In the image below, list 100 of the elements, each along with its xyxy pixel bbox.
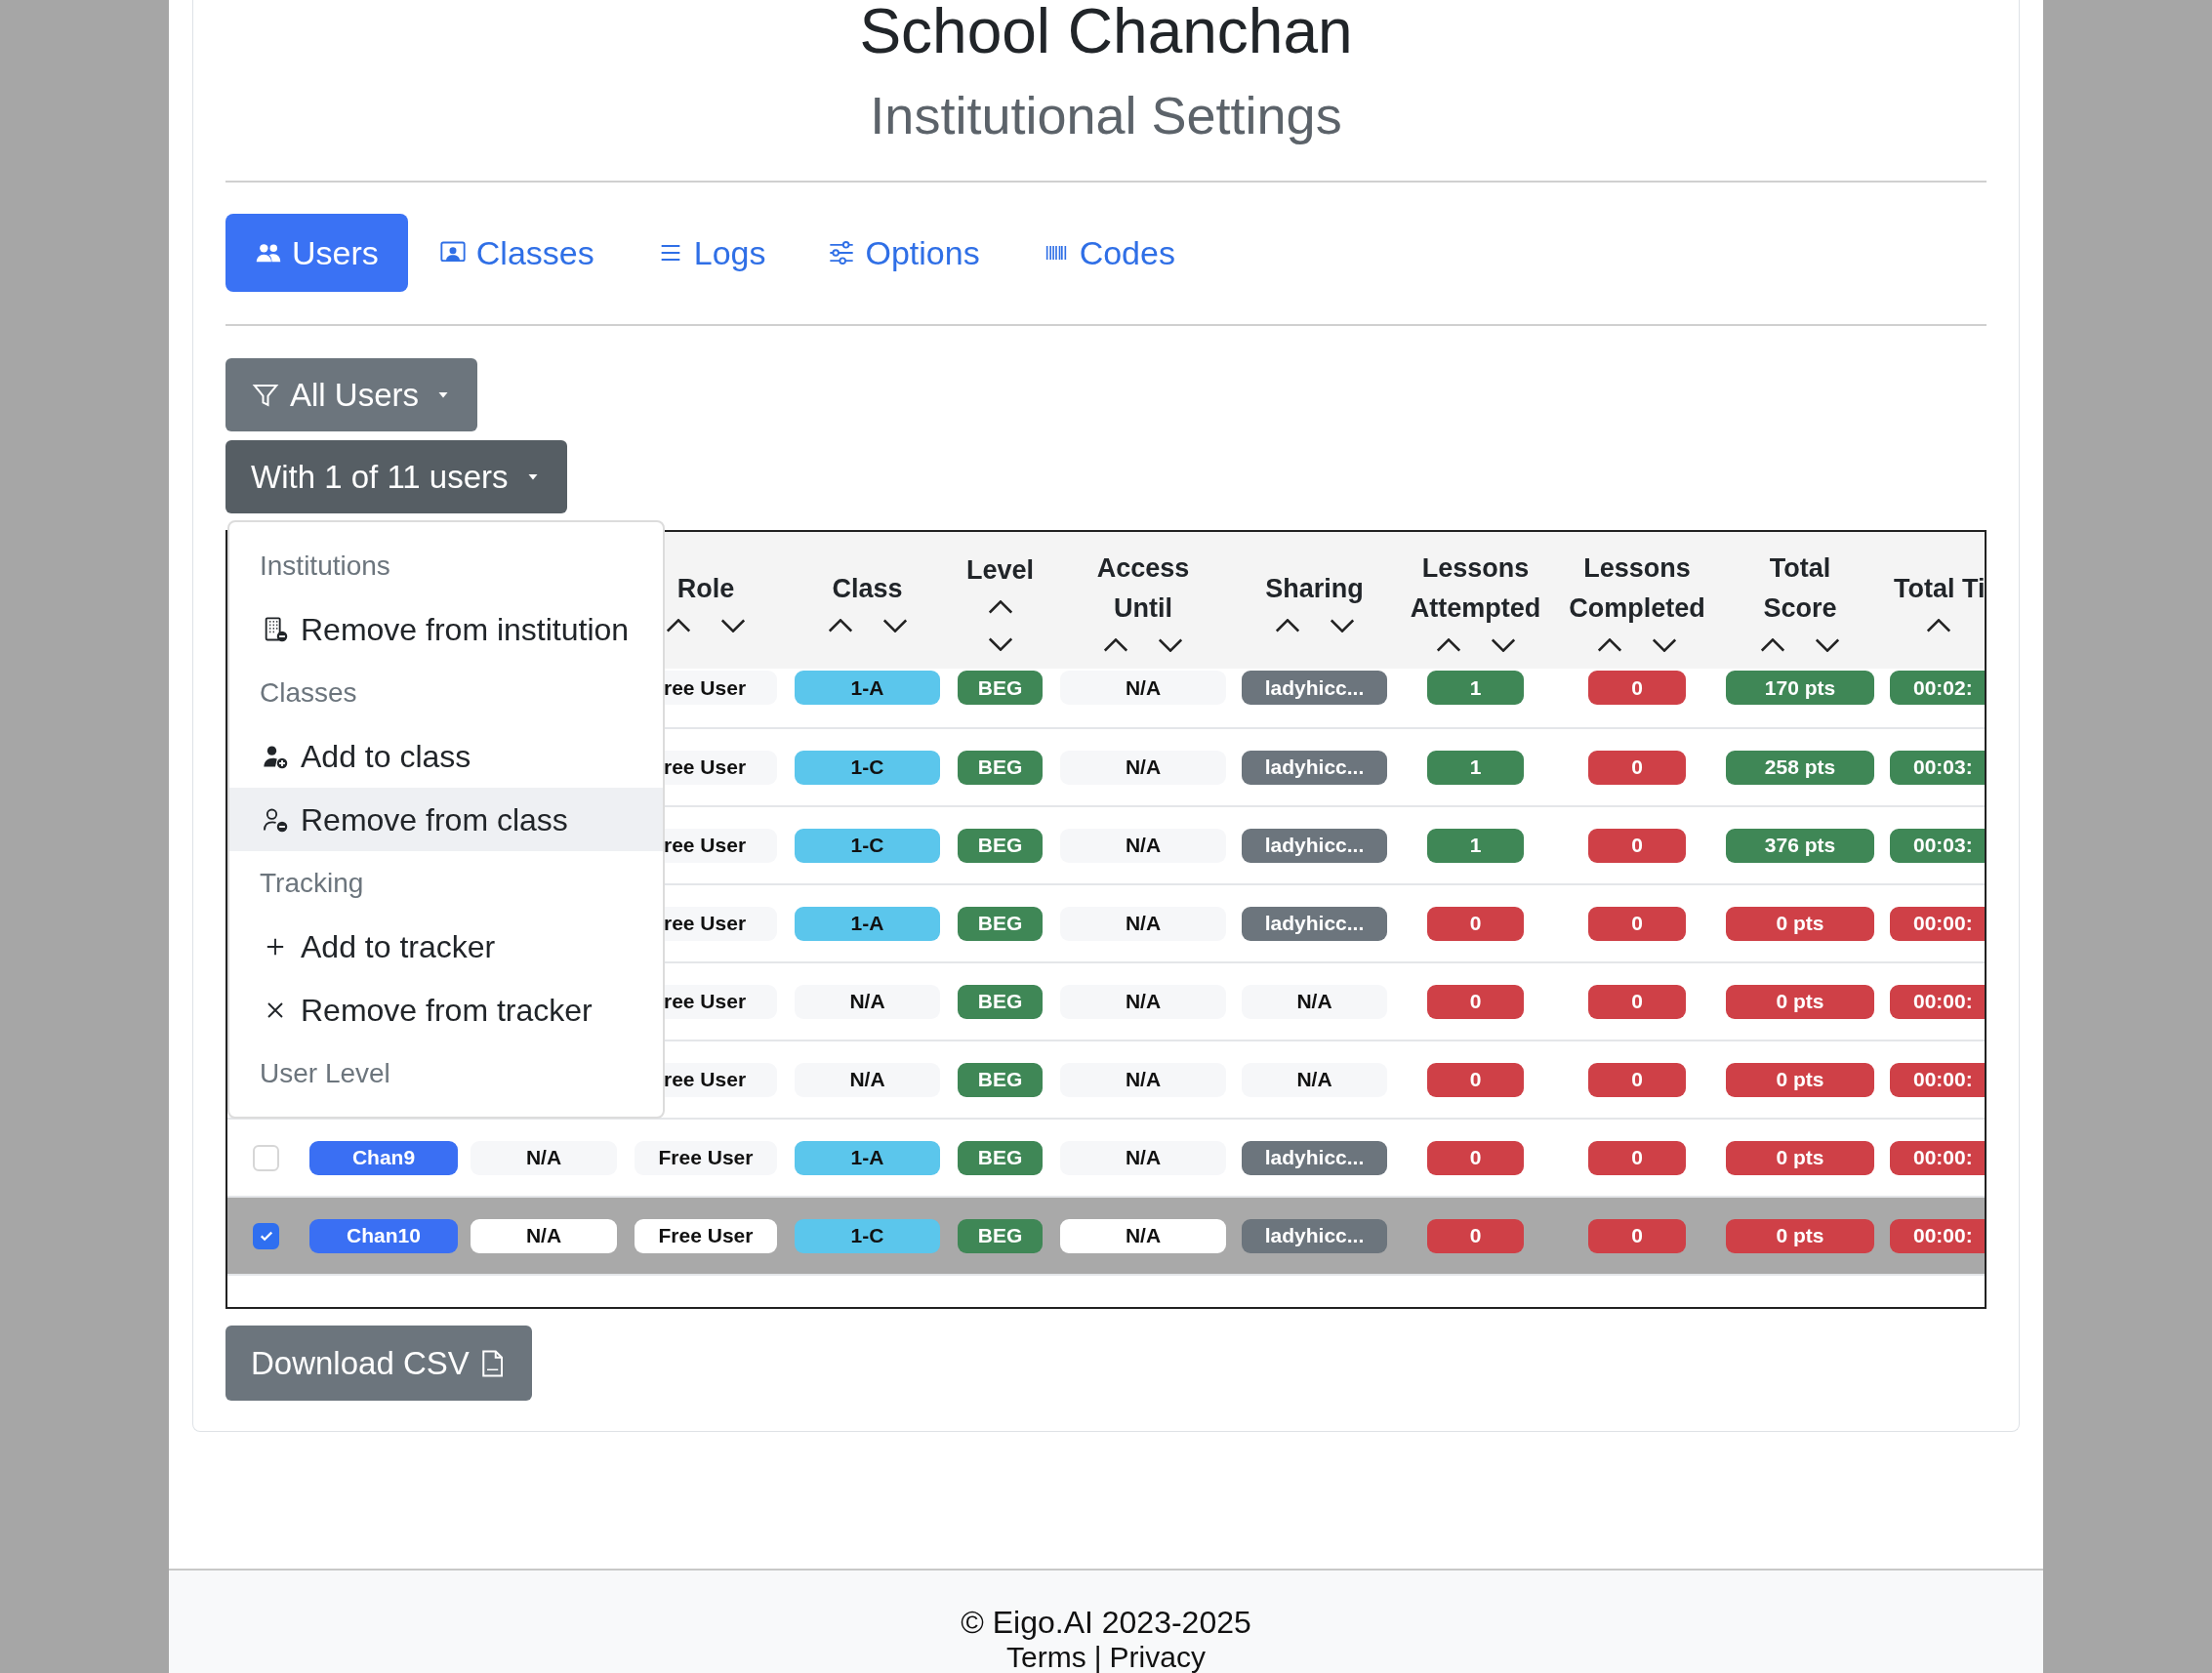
sort-down-icon [1330, 618, 1354, 632]
column-header[interactable]: Total Score [1763, 549, 1837, 629]
menu-section-header: Classes [259, 675, 358, 710]
attempted-badge: 0 [1427, 1062, 1524, 1097]
attempted-badge: 0 [1427, 1140, 1524, 1175]
level-badge: BEG [958, 1062, 1043, 1097]
filter-dropdown[interactable]: With 1 of 11 users [225, 440, 567, 513]
menu-section-header: User Level [259, 1056, 391, 1090]
attempted-badge: 1 [1427, 828, 1524, 863]
access-badge: N/A [1060, 828, 1226, 863]
sharing-badge: ladyhicc... [1242, 750, 1387, 785]
completed-badge: 0 [1588, 906, 1686, 941]
column-header[interactable]: Sharing [1265, 568, 1364, 609]
class-badge: 1-C [795, 1218, 940, 1253]
time-badge: 00:00: [1890, 984, 1985, 1019]
sort-down-icon [1653, 638, 1676, 652]
time-badge: 00:00: [1890, 906, 1985, 941]
sharing-badge: ladyhicc... [1242, 1218, 1387, 1253]
attempted-badge: 0 [1427, 1218, 1524, 1253]
score-badge: 0 pts [1726, 984, 1874, 1019]
column-header[interactable]: Total Ti [1894, 568, 1985, 609]
access-badge: N/A [1060, 906, 1226, 941]
sharing-badge: N/A [1242, 984, 1387, 1019]
sort-up-icon [1436, 638, 1460, 652]
sort-up-icon [1761, 638, 1784, 652]
filter-dropdown[interactable]: All Users [225, 358, 478, 431]
role-badge: Free User [635, 1140, 777, 1175]
level-badge: BEG [958, 1140, 1043, 1175]
sort-down-icon [988, 636, 1012, 651]
nav-tab[interactable]: Logs [625, 214, 798, 292]
role-badge: Free User [635, 1218, 777, 1253]
link-separator: | [1093, 1641, 1102, 1673]
column-header[interactable]: Lessons Attempted [1410, 549, 1541, 629]
class-badge: N/A [795, 1062, 940, 1097]
level-badge: BEG [958, 1218, 1043, 1253]
level-badge: BEG [958, 828, 1043, 863]
sort-up-icon [1927, 618, 1950, 632]
footer-link[interactable]: Privacy [1109, 1641, 1206, 1673]
sort-down-icon [1159, 638, 1182, 652]
menu-item[interactable]: Remove from class [229, 788, 663, 851]
score-badge: 0 pts [1726, 1218, 1874, 1253]
sort-down-icon [721, 618, 745, 632]
completed-badge: 0 [1588, 1140, 1686, 1175]
username-badge[interactable]: Chan9 [309, 1140, 458, 1175]
score-badge: 0 pts [1726, 1140, 1874, 1175]
level-badge: BEG [958, 984, 1043, 1019]
sliders-icon [828, 239, 856, 266]
sharing-badge: N/A [1242, 1062, 1387, 1097]
time-badge: 00:00: [1890, 1062, 1985, 1097]
time-badge: 00:03: [1890, 828, 1985, 863]
download-csv-button[interactable]: Download CSV [225, 1326, 532, 1401]
completed-badge: 0 [1588, 671, 1686, 705]
completed-badge: 0 [1588, 1062, 1686, 1097]
nav-tab[interactable]: Codes [1010, 214, 1207, 292]
level-badge: BEG [958, 750, 1043, 785]
access-badge: N/A [1060, 984, 1226, 1019]
row-checkbox[interactable] [253, 1222, 279, 1249]
sort-up-icon [1104, 638, 1127, 652]
sort-up-icon [667, 618, 690, 632]
time-badge: 00:02: [1890, 671, 1985, 705]
completed-badge: 0 [1588, 1218, 1686, 1253]
sort-down-icon [882, 618, 907, 632]
menu-item[interactable]: Remove from institution [229, 597, 663, 661]
time-badge: 00:00: [1890, 1140, 1985, 1175]
access-badge: N/A [1060, 1140, 1226, 1175]
nav-tab[interactable]: Users [225, 214, 408, 292]
sort-up-icon [1598, 638, 1621, 652]
score-badge: 0 pts [1726, 906, 1874, 941]
username-badge[interactable]: Chan10 [309, 1218, 458, 1253]
copyright-text: © Eigo.AI 2023-2025 [961, 1604, 1251, 1641]
access-badge: N/A [1060, 750, 1226, 785]
class-badge: 1-A [795, 671, 940, 705]
time-badge: 00:03: [1890, 750, 1985, 785]
sort-down-icon [1816, 638, 1839, 652]
value-badge: N/A [471, 1140, 617, 1175]
column-header[interactable]: Class [832, 568, 903, 609]
sort-down-icon [1491, 638, 1515, 652]
level-badge: BEG [958, 671, 1043, 705]
menu-section-header: Tracking [259, 866, 365, 900]
access-badge: N/A [1060, 671, 1226, 705]
column-header[interactable]: Level [965, 550, 1034, 591]
footer-link[interactable]: Terms [1006, 1641, 1086, 1673]
score-badge: 170 pts [1726, 671, 1874, 705]
score-badge: 376 pts [1726, 828, 1874, 863]
score-badge: 258 pts [1726, 750, 1874, 785]
attempted-badge: 0 [1427, 906, 1524, 941]
sharing-badge: ladyhicc... [1242, 828, 1387, 863]
page-title: School Chanchan [859, 0, 1353, 68]
sort-up-icon [1275, 618, 1299, 632]
time-badge: 00:00: [1890, 1218, 1985, 1253]
nav-tab[interactable]: Classes [407, 214, 626, 292]
column-header[interactable]: Lessons Completed [1569, 549, 1705, 629]
column-header[interactable]: Access Until [1096, 549, 1190, 629]
nav-tab[interactable]: Options [797, 214, 1011, 292]
class-badge: 1-A [795, 1140, 940, 1175]
attempted-badge: 0 [1427, 984, 1524, 1019]
menu-section-header: Institutions [259, 549, 391, 583]
page-subtitle: Institutional Settings [870, 85, 1342, 145]
column-header[interactable]: Role [676, 568, 735, 609]
class-badge: N/A [795, 984, 940, 1019]
